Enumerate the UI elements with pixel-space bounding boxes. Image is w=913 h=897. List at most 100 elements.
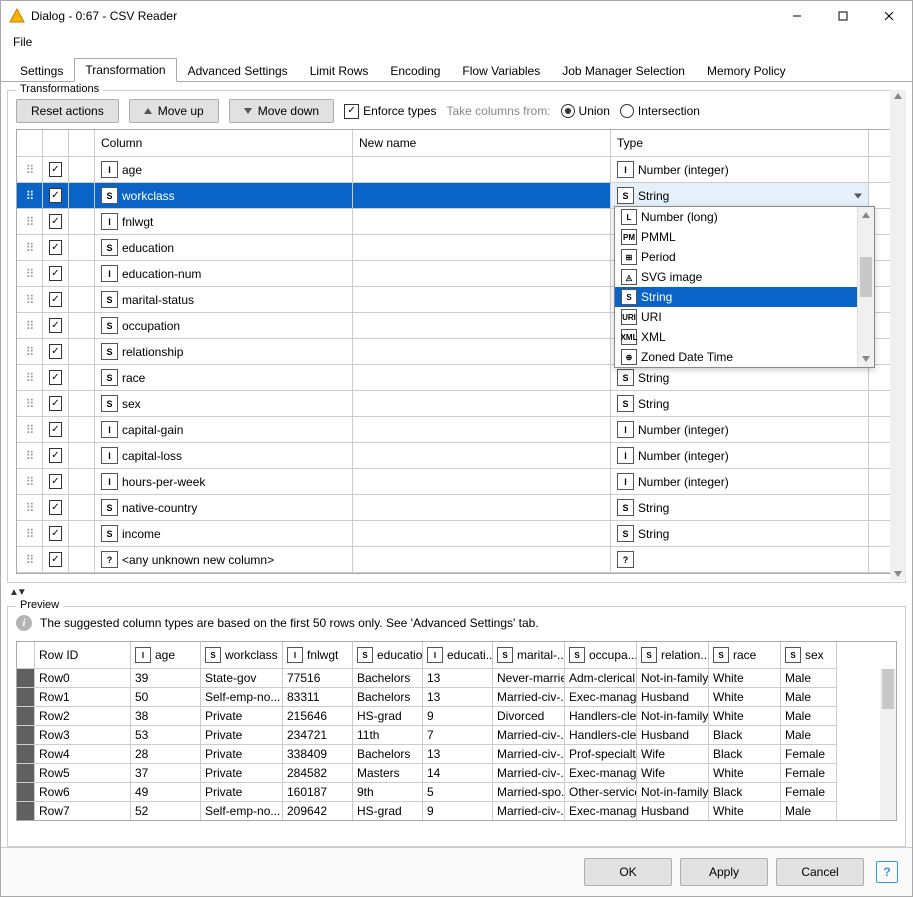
tab-memory-policy[interactable]: Memory Policy	[696, 59, 797, 82]
table-row[interactable]: ⠿✓SsexSString	[17, 391, 896, 417]
include-checkbox[interactable]: ✓	[49, 240, 62, 255]
include-checkbox[interactable]: ✓	[49, 266, 62, 281]
drag-handle-icon[interactable]: ⠿	[17, 391, 43, 416]
dropdown-option[interactable]: ⊞Period	[615, 247, 874, 267]
drag-handle-icon[interactable]: ⠿	[17, 521, 43, 546]
drag-handle-icon[interactable]: ⠿	[17, 469, 43, 494]
new-name-cell[interactable]	[353, 287, 611, 312]
table-row[interactable]: ⠿✓?<any unknown new column>?	[17, 547, 896, 573]
tab-advanced-settings[interactable]: Advanced Settings	[177, 59, 299, 82]
type-cell[interactable]: SString	[611, 495, 869, 520]
preview-header-cell[interactable]: Ieducati...	[423, 642, 493, 669]
header-type[interactable]: Type	[611, 130, 869, 156]
new-name-cell[interactable]	[353, 495, 611, 520]
dropdown-option[interactable]: URIURI	[615, 307, 874, 327]
table-row[interactable]: ⠿✓Icapital-lossINumber (integer)	[17, 443, 896, 469]
type-cell[interactable]: INumber (integer)	[611, 469, 869, 494]
table-row[interactable]: ⠿✓IageINumber (integer)	[17, 157, 896, 183]
drag-handle-icon[interactable]: ⠿	[17, 313, 43, 338]
include-checkbox[interactable]: ✓	[49, 552, 62, 567]
preview-scroll-thumb[interactable]	[882, 669, 894, 709]
drag-handle-icon[interactable]: ⠿	[17, 183, 43, 208]
tab-transformation[interactable]: Transformation	[74, 58, 176, 82]
new-name-cell[interactable]	[353, 313, 611, 338]
drag-handle-icon[interactable]: ⠿	[17, 235, 43, 260]
preview-header-cell[interactable]: Soccupa...	[565, 642, 637, 669]
include-checkbox[interactable]: ✓	[49, 422, 62, 437]
dropdown-option[interactable]: PMPMML	[615, 227, 874, 247]
table-row[interactable]: ⠿✓SincomeSString	[17, 521, 896, 547]
include-checkbox[interactable]: ✓	[49, 500, 62, 515]
include-checkbox[interactable]: ✓	[49, 188, 62, 203]
scroll-thumb[interactable]	[860, 257, 872, 297]
type-cell[interactable]: INumber (integer)	[611, 443, 869, 468]
preview-scrollbar[interactable]	[880, 669, 896, 820]
include-checkbox[interactable]: ✓	[49, 162, 62, 177]
dropdown-option[interactable]: SString	[615, 287, 874, 307]
new-name-cell[interactable]	[353, 157, 611, 182]
drag-handle-icon[interactable]: ⠿	[17, 443, 43, 468]
move-up-button[interactable]: Move up	[129, 99, 219, 123]
type-cell[interactable]: SString	[611, 183, 869, 208]
scroll-down-button[interactable]	[858, 351, 874, 367]
include-checkbox[interactable]: ✓	[49, 396, 62, 411]
include-checkbox[interactable]: ✓	[49, 318, 62, 333]
reset-actions-button[interactable]: Reset actions	[16, 99, 119, 123]
content-scrollbar[interactable]	[890, 90, 906, 580]
preview-header-cell[interactable]: Ssex	[781, 642, 837, 669]
close-button[interactable]	[866, 1, 912, 31]
drag-handle-icon[interactable]: ⠿	[17, 417, 43, 442]
drag-handle-icon[interactable]: ⠿	[17, 287, 43, 312]
scroll-down-icon[interactable]	[892, 568, 904, 580]
scroll-up-button[interactable]	[858, 207, 874, 223]
table-row[interactable]: ⠿✓SraceSString	[17, 365, 896, 391]
dropdown-scrollbar[interactable]	[857, 207, 874, 367]
dropdown-option[interactable]: ◬SVG image	[615, 267, 874, 287]
include-checkbox[interactable]: ✓	[49, 526, 62, 541]
preview-rowid[interactable]: Row6	[35, 783, 131, 802]
include-checkbox[interactable]: ✓	[49, 344, 62, 359]
preview-rowid[interactable]: Row1	[35, 688, 131, 707]
type-cell[interactable]: INumber (integer)	[611, 157, 869, 182]
ok-button[interactable]: OK	[584, 858, 672, 886]
new-name-cell[interactable]	[353, 469, 611, 494]
new-name-cell[interactable]	[353, 261, 611, 286]
type-cell[interactable]: SString	[611, 391, 869, 416]
expander-icon[interactable]: ▲▼	[9, 587, 906, 598]
preview-header-cell[interactable]: Seducation	[353, 642, 423, 669]
include-checkbox[interactable]: ✓	[49, 448, 62, 463]
tab-encoding[interactable]: Encoding	[379, 59, 451, 82]
type-dropdown[interactable]: LNumber (long)PMPMML⊞Period◬SVG imageSSt…	[614, 206, 875, 368]
preview-header-cell[interactable]: Ifnlwgt	[283, 642, 353, 669]
new-name-cell[interactable]	[353, 443, 611, 468]
tab-settings[interactable]: Settings	[9, 59, 74, 82]
preview-rowid[interactable]: Row2	[35, 707, 131, 726]
new-name-cell[interactable]	[353, 391, 611, 416]
preview-rowid[interactable]: Row4	[35, 745, 131, 764]
minimize-button[interactable]	[774, 1, 820, 31]
new-name-cell[interactable]	[353, 521, 611, 546]
drag-handle-icon[interactable]: ⠿	[17, 261, 43, 286]
tab-limit-rows[interactable]: Limit Rows	[299, 59, 380, 82]
drag-handle-icon[interactable]: ⠿	[17, 339, 43, 364]
type-cell[interactable]: SString	[611, 365, 869, 390]
include-checkbox[interactable]: ✓	[49, 370, 62, 385]
new-name-cell[interactable]	[353, 183, 611, 208]
scroll-up-icon[interactable]	[892, 90, 904, 102]
move-down-button[interactable]: Move down	[229, 99, 334, 123]
preview-rowid[interactable]: Row3	[35, 726, 131, 745]
preview-header-rowid[interactable]: Row ID	[35, 642, 131, 669]
header-new-name[interactable]: New name	[353, 130, 611, 156]
drag-handle-icon[interactable]: ⠿	[17, 495, 43, 520]
preview-header-cell[interactable]: Srelation...	[637, 642, 709, 669]
header-column[interactable]: Column	[95, 130, 353, 156]
preview-rowid[interactable]: Row7	[35, 802, 131, 821]
drag-handle-icon[interactable]: ⠿	[17, 157, 43, 182]
preview-header-cell[interactable]: Smarital-...	[493, 642, 565, 669]
enforce-types-checkbox[interactable]: ✓ Enforce types	[344, 104, 436, 119]
type-cell[interactable]: ?	[611, 547, 869, 572]
new-name-cell[interactable]	[353, 365, 611, 390]
union-radio[interactable]: Union	[561, 104, 610, 118]
include-checkbox[interactable]: ✓	[49, 474, 62, 489]
new-name-cell[interactable]	[353, 547, 611, 572]
